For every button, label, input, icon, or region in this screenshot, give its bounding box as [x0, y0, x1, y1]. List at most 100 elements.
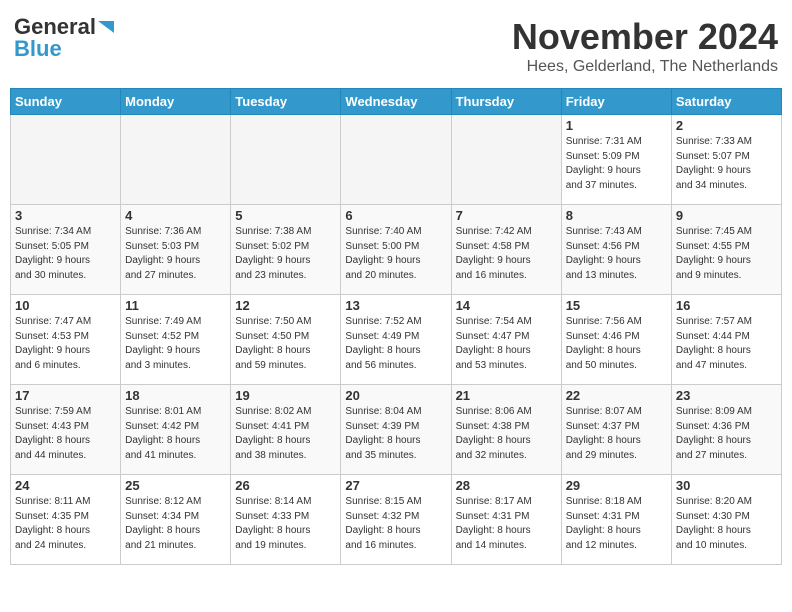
- weekday-header-saturday: Saturday: [671, 89, 781, 115]
- day-number: 28: [456, 478, 557, 493]
- weekday-header-tuesday: Tuesday: [231, 89, 341, 115]
- calendar-cell: 2 Sunrise: 7:33 AM Sunset: 5:07 PM Daylig…: [671, 115, 781, 205]
- day-number: 6: [345, 208, 446, 223]
- day-info: Sunrise: 8:07 AM Sunset: 4:37 PM Dayligh…: [566, 405, 667, 463]
- calendar-cell: 21 Sunrise: 8:06 AM Sunset: 4:38 PM Dayli…: [451, 385, 561, 475]
- calendar-cell: 6 Sunrise: 7:40 AM Sunset: 5:00 PM Daylig…: [341, 205, 451, 295]
- week-row-1: 1 Sunrise: 7:31 AM Sunset: 5:09 PM Daylig…: [11, 115, 782, 205]
- day-info: Sunrise: 8:12 AM Sunset: 4:34 PM Dayligh…: [125, 495, 226, 553]
- day-number: 4: [125, 208, 226, 223]
- calendar-cell: 13Sunrise: 7:52 AM Sunset: 4:49 PM Dayli…: [341, 295, 451, 385]
- calendar-cell: 11Sunrise: 7:49 AM Sunset: 4:52 PM Dayli…: [121, 295, 231, 385]
- day-info: Sunrise: 8:09 AM Sunset: 4:36 PM Dayligh…: [676, 405, 777, 463]
- day-number: 14: [456, 298, 557, 313]
- day-info: Sunrise: 7:38 AM Sunset: 5:02 PM Dayligh…: [235, 225, 336, 283]
- calendar-cell: 27 Sunrise: 8:15 AM Sunset: 4:32 PM Dayli…: [341, 475, 451, 565]
- calendar-table: SundayMondayTuesdayWednesdayThursdayFrid…: [10, 88, 782, 565]
- day-info: Sunrise: 8:14 AM Sunset: 4:33 PM Dayligh…: [235, 495, 336, 553]
- calendar-cell: 18Sunrise: 8:01 AM Sunset: 4:42 PM Dayli…: [121, 385, 231, 475]
- calendar-cell: 28 Sunrise: 8:17 AM Sunset: 4:31 PM Dayli…: [451, 475, 561, 565]
- day-info: Sunrise: 7:40 AM Sunset: 5:00 PM Dayligh…: [345, 225, 446, 283]
- calendar-cell: [11, 115, 121, 205]
- logo-general-text: General: [14, 16, 96, 38]
- day-info: Sunrise: 8:11 AM Sunset: 4:35 PM Dayligh…: [15, 495, 116, 553]
- day-info: Sunrise: 8:06 AM Sunset: 4:38 PM Dayligh…: [456, 405, 557, 463]
- day-info: Sunrise: 7:50 AM Sunset: 4:50 PM Dayligh…: [235, 315, 336, 373]
- week-row-4: 17 Sunrise: 7:59 AM Sunset: 4:43 PM Dayli…: [11, 385, 782, 475]
- calendar-cell: 22 Sunrise: 8:07 AM Sunset: 4:37 PM Dayli…: [561, 385, 671, 475]
- logo-blue-text: Blue: [14, 38, 62, 60]
- week-row-5: 24 Sunrise: 8:11 AM Sunset: 4:35 PM Dayli…: [11, 475, 782, 565]
- calendar-cell: 30Sunrise: 8:20 AM Sunset: 4:30 PM Dayli…: [671, 475, 781, 565]
- day-number: 19: [235, 388, 336, 403]
- calendar-cell: 8 Sunrise: 7:43 AM Sunset: 4:56 PM Daylig…: [561, 205, 671, 295]
- logo-icon: [96, 17, 116, 37]
- calendar-cell: 3 Sunrise: 7:34 AM Sunset: 5:05 PM Daylig…: [11, 205, 121, 295]
- calendar-cell: [121, 115, 231, 205]
- calendar-cell: [451, 115, 561, 205]
- calendar-cell: 25Sunrise: 8:12 AM Sunset: 4:34 PM Dayli…: [121, 475, 231, 565]
- day-number: 8: [566, 208, 667, 223]
- calendar-cell: 17 Sunrise: 7:59 AM Sunset: 4:43 PM Dayli…: [11, 385, 121, 475]
- day-info: Sunrise: 7:31 AM Sunset: 5:09 PM Dayligh…: [566, 135, 667, 193]
- day-number: 1: [566, 118, 667, 133]
- day-number: 10: [15, 298, 116, 313]
- month-title: November 2024: [512, 16, 778, 58]
- day-info: Sunrise: 8:15 AM Sunset: 4:32 PM Dayligh…: [345, 495, 446, 553]
- day-info: Sunrise: 8:04 AM Sunset: 4:39 PM Dayligh…: [345, 405, 446, 463]
- day-info: Sunrise: 8:02 AM Sunset: 4:41 PM Dayligh…: [235, 405, 336, 463]
- day-info: Sunrise: 7:34 AM Sunset: 5:05 PM Dayligh…: [15, 225, 116, 283]
- calendar-cell: [231, 115, 341, 205]
- day-number: 16: [676, 298, 777, 313]
- day-number: 13: [345, 298, 446, 313]
- calendar-cell: 20 Sunrise: 8:04 AM Sunset: 4:39 PM Dayli…: [341, 385, 451, 475]
- day-number: 11: [125, 298, 226, 313]
- day-number: 17: [15, 388, 116, 403]
- calendar-cell: 12 Sunrise: 7:50 AM Sunset: 4:50 PM Dayli…: [231, 295, 341, 385]
- weekday-header-friday: Friday: [561, 89, 671, 115]
- day-info: Sunrise: 7:59 AM Sunset: 4:43 PM Dayligh…: [15, 405, 116, 463]
- day-number: 15: [566, 298, 667, 313]
- week-row-2: 3 Sunrise: 7:34 AM Sunset: 5:05 PM Daylig…: [11, 205, 782, 295]
- calendar-cell: 9Sunrise: 7:45 AM Sunset: 4:55 PM Daylig…: [671, 205, 781, 295]
- day-info: Sunrise: 7:47 AM Sunset: 4:53 PM Dayligh…: [15, 315, 116, 373]
- day-number: 24: [15, 478, 116, 493]
- calendar-cell: 29Sunrise: 8:18 AM Sunset: 4:31 PM Dayli…: [561, 475, 671, 565]
- day-info: Sunrise: 8:20 AM Sunset: 4:30 PM Dayligh…: [676, 495, 777, 553]
- title-area: November 2024 Hees, Gelderland, The Neth…: [512, 16, 778, 76]
- day-number: 18: [125, 388, 226, 403]
- day-info: Sunrise: 7:42 AM Sunset: 4:58 PM Dayligh…: [456, 225, 557, 283]
- calendar-cell: 26 Sunrise: 8:14 AM Sunset: 4:33 PM Dayli…: [231, 475, 341, 565]
- day-number: 23: [676, 388, 777, 403]
- calendar-cell: 15Sunrise: 7:56 AM Sunset: 4:46 PM Dayli…: [561, 295, 671, 385]
- day-info: Sunrise: 7:43 AM Sunset: 4:56 PM Dayligh…: [566, 225, 667, 283]
- week-row-3: 10 Sunrise: 7:47 AM Sunset: 4:53 PM Dayli…: [11, 295, 782, 385]
- day-info: Sunrise: 7:33 AM Sunset: 5:07 PM Dayligh…: [676, 135, 777, 193]
- location-title: Hees, Gelderland, The Netherlands: [512, 58, 778, 76]
- day-number: 2: [676, 118, 777, 133]
- day-number: 7: [456, 208, 557, 223]
- day-number: 21: [456, 388, 557, 403]
- calendar-cell: 19 Sunrise: 8:02 AM Sunset: 4:41 PM Dayli…: [231, 385, 341, 475]
- day-number: 3: [15, 208, 116, 223]
- weekday-header-wednesday: Wednesday: [341, 89, 451, 115]
- calendar-cell: 24 Sunrise: 8:11 AM Sunset: 4:35 PM Dayli…: [11, 475, 121, 565]
- weekday-header-sunday: Sunday: [11, 89, 121, 115]
- calendar-cell: 1 Sunrise: 7:31 AM Sunset: 5:09 PM Daylig…: [561, 115, 671, 205]
- day-number: 22: [566, 388, 667, 403]
- calendar-cell: [341, 115, 451, 205]
- weekday-header-thursday: Thursday: [451, 89, 561, 115]
- day-number: 20: [345, 388, 446, 403]
- day-info: Sunrise: 7:57 AM Sunset: 4:44 PM Dayligh…: [676, 315, 777, 373]
- logo: General Blue: [14, 16, 116, 60]
- weekday-header-row: SundayMondayTuesdayWednesdayThursdayFrid…: [11, 89, 782, 115]
- header: General Blue November 2024 Hees, Gelderl…: [10, 10, 782, 82]
- day-number: 5: [235, 208, 336, 223]
- weekday-header-monday: Monday: [121, 89, 231, 115]
- day-number: 12: [235, 298, 336, 313]
- day-number: 26: [235, 478, 336, 493]
- day-number: 27: [345, 478, 446, 493]
- calendar-cell: 16 Sunrise: 7:57 AM Sunset: 4:44 PM Dayli…: [671, 295, 781, 385]
- calendar-cell: 23 Sunrise: 8:09 AM Sunset: 4:36 PM Dayli…: [671, 385, 781, 475]
- day-info: Sunrise: 8:17 AM Sunset: 4:31 PM Dayligh…: [456, 495, 557, 553]
